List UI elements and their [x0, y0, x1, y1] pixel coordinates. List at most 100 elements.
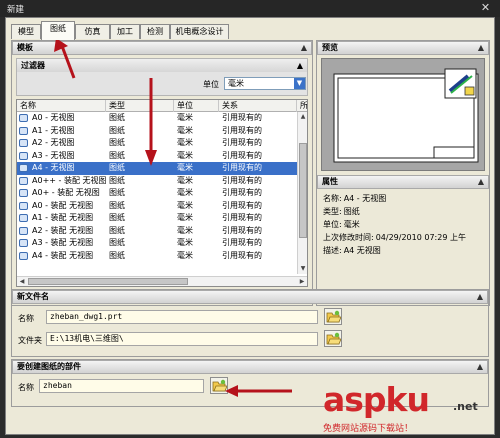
watermark-brand: aspku	[323, 380, 430, 419]
tab-manufacturing[interactable]: 加工	[110, 24, 140, 39]
drawing-icon	[444, 68, 477, 99]
scroll-right-icon[interactable]: ▶	[297, 277, 307, 286]
folder-icon	[212, 379, 228, 392]
cell-unit: 毫米	[177, 250, 193, 260]
table-row[interactable]: A0+ - 装配 无视图 图纸 毫米 引用现有的	[17, 187, 297, 200]
properties-title: 属性	[322, 177, 338, 186]
cell-relation: 引用现有的	[222, 125, 262, 135]
template-panel-header[interactable]: 模板 ▲	[12, 41, 312, 55]
table-row[interactable]: A0 - 无视图 图纸 毫米 引用现有的	[17, 112, 297, 125]
unit-select[interactable]: 毫米 ▼	[224, 77, 306, 90]
tab-mechatronics[interactable]: 机电概念设计	[170, 24, 229, 39]
scroll-down-icon[interactable]: ▼	[298, 264, 307, 274]
cell-relation: 引用现有的	[222, 238, 262, 247]
cell-unit: 毫米	[177, 163, 193, 172]
cell-type: 图纸	[109, 225, 125, 235]
chevron-down-icon[interactable]: ▼	[294, 78, 305, 89]
folder-input[interactable]: E:\13机电\三维图\	[46, 332, 318, 346]
collapse-icon[interactable]: ▲	[301, 42, 307, 54]
title-bar: 新建 ✕	[0, 0, 500, 17]
cell-name: A0 - 无视图	[32, 113, 75, 122]
tab-simulation[interactable]: 仿真	[75, 24, 110, 39]
tab-model[interactable]: 模型	[11, 24, 41, 39]
folder-label: 文件夹	[18, 336, 42, 345]
preview-header[interactable]: 预览 ▲	[317, 41, 489, 55]
table-row[interactable]: A1 - 装配 无视图 图纸 毫米 引用现有的	[17, 212, 297, 225]
cell-type: 图纸	[109, 188, 125, 197]
drawing-template-icon	[19, 201, 28, 210]
open-part-button[interactable]	[210, 377, 228, 394]
filter-header[interactable]: 过滤器 ▲	[17, 59, 307, 72]
vertical-scrollbar[interactable]: ▲ ▼	[297, 112, 307, 274]
scroll-up-icon[interactable]: ▲	[298, 112, 307, 122]
cell-unit: 毫米	[177, 138, 193, 147]
table-row[interactable]: A4 - 无视图 图纸 毫米 引用现有的	[17, 162, 297, 175]
column-header-unit[interactable]: 单位	[174, 100, 219, 112]
cell-type: 图纸	[109, 113, 125, 122]
window-title: 新建	[7, 5, 25, 15]
drawing-template-icon	[19, 189, 28, 197]
cell-type: 图纸	[109, 175, 125, 185]
new-file-dialog: 模型 图纸 仿真 加工 检测 机电概念设计 模板 ▲ 过滤器 ▲ 单位 毫米 ▼…	[5, 17, 495, 435]
table-row[interactable]: A0++ - 装配 无视图 图纸 毫米 引用现有的	[17, 175, 297, 188]
collapse-icon[interactable]: ▲	[297, 59, 303, 72]
browse-file-button[interactable]	[324, 308, 342, 325]
cell-unit: 毫米	[177, 175, 193, 185]
new-file-header[interactable]: 新文件名 ▲	[12, 290, 488, 304]
scrollbar-thumb[interactable]	[299, 143, 307, 238]
table-row[interactable]: A2 - 无视图 图纸 毫米 引用现有的	[17, 137, 297, 150]
cell-unit: 毫米	[177, 150, 193, 160]
cell-unit: 毫米	[177, 213, 193, 222]
new-file-section: 新文件名 ▲ 名称 zheban_dwg1.prt 文件夹 E:\13机电\三维…	[11, 289, 489, 357]
property-modified: 上次修改时间: 04/29/2010 07:29 上午	[323, 233, 466, 242]
file-name-input[interactable]: zheban_dwg1.prt	[46, 310, 318, 324]
column-header-relation[interactable]: 关系	[219, 100, 297, 112]
table-row[interactable]: A3 - 装配 无视图 图纸 毫米 引用现有的	[17, 237, 297, 250]
cell-type: 图纸	[109, 238, 125, 247]
cell-type: 图纸	[109, 150, 125, 160]
cell-name: A4 - 无视图	[32, 163, 75, 172]
folder-icon	[326, 332, 342, 345]
property-description: 描述: A4 无视图	[323, 246, 381, 255]
cell-name: A2 - 无视图	[32, 138, 75, 147]
column-header-type[interactable]: 类型	[106, 100, 174, 112]
table-row[interactable]: A3 - 无视图 图纸 毫米 引用现有的	[17, 150, 297, 163]
drawing-template-icon	[19, 151, 28, 160]
table-row[interactable]: A0 - 装配 无视图 图纸 毫米 引用现有的	[17, 200, 297, 213]
tab-inspection[interactable]: 检测	[140, 24, 170, 39]
cell-relation: 引用现有的	[222, 175, 262, 185]
drawing-sheet-thumbnail	[333, 68, 479, 163]
table-row[interactable]: A4 - 装配 无视图 图纸 毫米 引用现有的	[17, 250, 297, 263]
collapse-icon[interactable]: ▲	[478, 176, 484, 188]
property-unit: 单位: 毫米	[323, 220, 360, 229]
cell-name: A3 - 装配 无视图	[32, 238, 94, 247]
drawing-template-icon	[19, 126, 28, 135]
table-row[interactable]: A2 - 装配 无视图 图纸 毫米 引用现有的	[17, 225, 297, 238]
cell-relation: 引用现有的	[222, 163, 262, 172]
scroll-left-icon[interactable]: ◀	[17, 277, 27, 286]
browse-folder-button[interactable]	[324, 330, 342, 347]
column-header-name[interactable]: 名称	[17, 100, 106, 112]
property-type: 类型: 图纸	[323, 207, 360, 216]
watermark-subtitle: 免费网站源码下载站！	[323, 424, 414, 434]
table-row[interactable]: A1 - 无视图 图纸 毫米 引用现有的	[17, 125, 297, 138]
tab-drawing[interactable]: 图纸	[41, 21, 75, 40]
cell-name: A1 - 装配 无视图	[32, 213, 94, 222]
drawing-template-icon	[19, 114, 28, 122]
drawing-part-header[interactable]: 要创建图纸的部件 ▲	[12, 360, 488, 374]
collapse-icon[interactable]: ▲	[477, 291, 483, 303]
collapse-icon[interactable]: ▲	[477, 361, 483, 373]
cell-name: A0 - 装配 无视图	[32, 200, 94, 210]
horizontal-scrollbar[interactable]: ◀ ▶	[17, 276, 307, 286]
column-header-owner[interactable]: 所	[297, 100, 307, 112]
unit-select-value: 毫米	[228, 79, 244, 88]
close-icon[interactable]: ✕	[479, 2, 492, 14]
cell-relation: 引用现有的	[222, 188, 262, 197]
drawing-template-icon	[19, 214, 28, 222]
cell-name: A3 - 无视图	[32, 150, 75, 160]
drawing-template-icon	[19, 164, 28, 172]
scrollbar-thumb[interactable]	[28, 278, 188, 285]
part-name-input[interactable]: zheban	[39, 379, 204, 393]
properties-header[interactable]: 属性 ▲	[317, 175, 489, 189]
collapse-icon[interactable]: ▲	[478, 42, 484, 54]
